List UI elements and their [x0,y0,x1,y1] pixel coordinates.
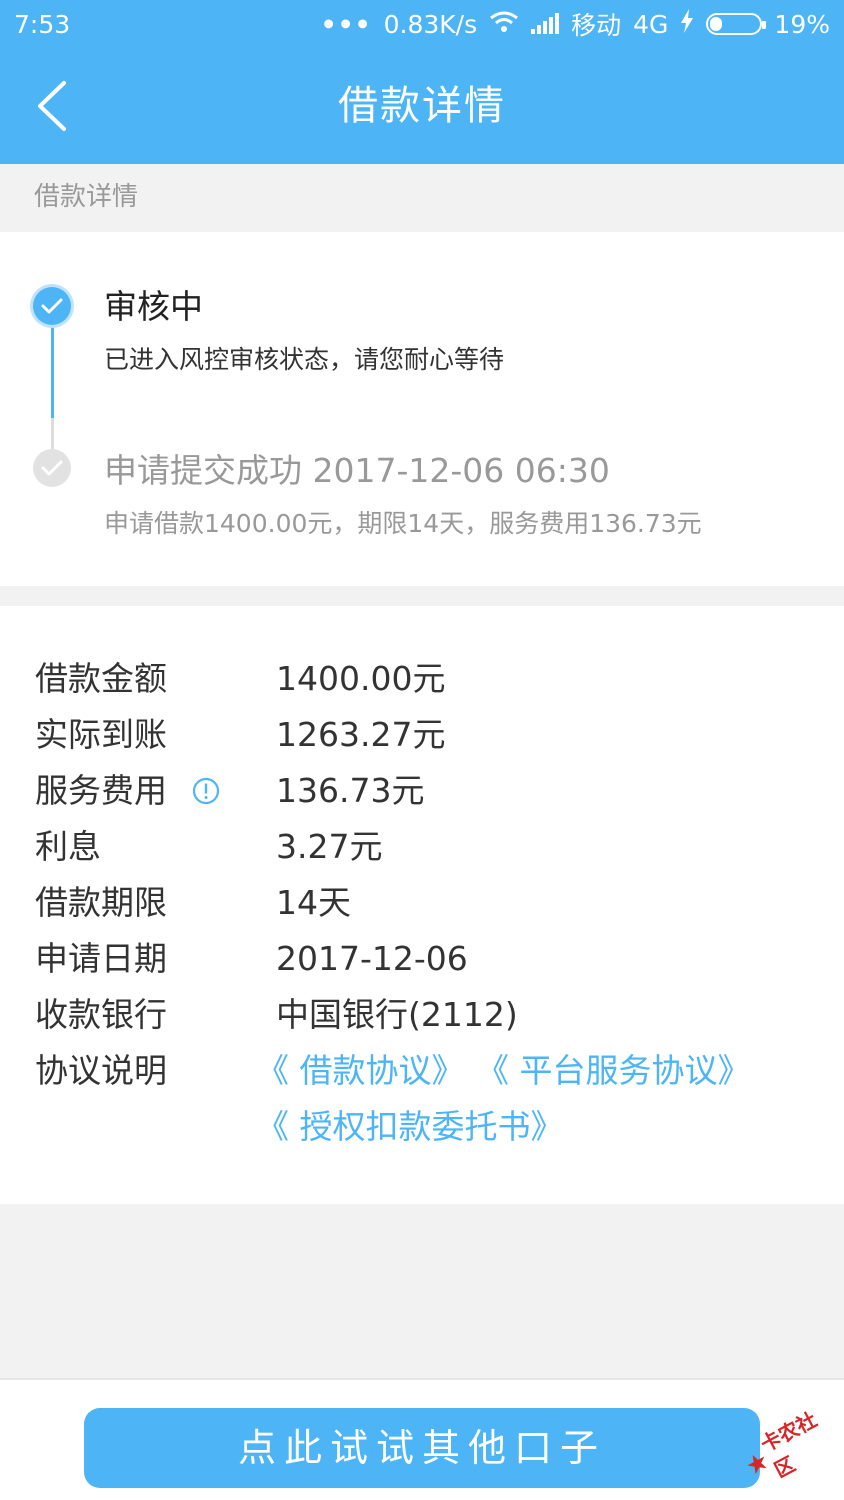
nav-bar: 借款详情 [0,48,844,164]
info-icon[interactable] [192,777,220,805]
status-bar: 7:53 ••• 0.83K/s 移动 4G 19% [0,0,844,48]
detail-value: 3.27元 [276,827,383,866]
battery-level: 19% [774,9,830,39]
detail-label: 借款金额 [35,659,167,698]
signal-icon [531,13,560,34]
detail-row: 借款期限 14天 [0,875,844,931]
detail-value: 2017-12-06 [276,939,468,978]
battery-icon [706,13,767,35]
agreements-row: 协议说明 《 借款协议》 《 平台服务协议》 《 授权扣款委托书》 [0,1043,844,1146]
detail-label: 申请日期 [35,939,167,978]
detail-label: 实际到账 [35,715,167,754]
detail-value: 14天 [276,883,351,922]
detail-value: 136.73元 [276,771,425,810]
carrier-name: 移动 [571,11,622,40]
more-dots-icon: ••• [320,9,372,39]
detail-row: 收款银行 中国银行(2112) [0,987,844,1043]
network-type: 4G [633,9,669,39]
try-other-loans-button[interactable]: 点此试试其他口子 [84,1408,760,1488]
page-title: 借款详情 [338,83,506,129]
detail-value: 1263.27元 [276,715,446,754]
detail-value: 中国银行(2112) [276,995,518,1034]
timeline-step-title: 申请提交成功 2017-12-06 06:30 [104,451,610,490]
wifi-icon [489,10,519,39]
detail-label: 收款银行 [35,995,167,1034]
agreements-label: 协议说明 [35,1051,167,1090]
detail-label: 借款期限 [35,883,167,922]
check-icon [33,449,71,487]
detail-row: 借款金额 1400.00元 [0,651,844,707]
status-right: ••• 0.83K/s 移动 4G 19% [321,6,830,42]
detail-label: 利息 [35,827,101,866]
timeline-step-desc: 已进入风控审核状态，请您耐心等待 [104,345,505,374]
detail-row: 实际到账 1263.27元 [0,707,844,763]
loan-agreement-link[interactable]: 《 借款协议》 [256,1043,465,1099]
section-header: 借款详情 [0,164,844,232]
timeline-line-active [51,322,54,418]
detail-row: 利息 3.27元 [0,819,844,875]
status-time: 7:53 [14,9,71,39]
detail-label: 服务费用 [35,771,167,810]
loan-details: 借款金额 1400.00元 实际到账 1263.27元 服务费用 136.73元… [0,606,844,1204]
detail-row: 申请日期 2017-12-06 [0,931,844,987]
timeline-step-title: 审核中 [104,287,203,326]
status-timeline: 审核中 已进入风控审核状态，请您耐心等待 申请提交成功 2017-12-06 0… [0,232,844,586]
timeline-step-desc: 申请借款1400.00元，期限14天，服务费用136.73元 [104,509,702,538]
platform-service-agreement-link[interactable]: 《 平台服务协议》 [476,1043,751,1099]
charging-icon [680,9,694,39]
debit-authorization-link[interactable]: 《 授权扣款委托书》 [256,1099,564,1155]
check-icon [33,287,71,325]
detail-value: 1400.00元 [276,659,446,698]
detail-row: 服务费用 136.73元 [0,763,844,819]
network-speed: 0.83K/s [383,9,478,39]
